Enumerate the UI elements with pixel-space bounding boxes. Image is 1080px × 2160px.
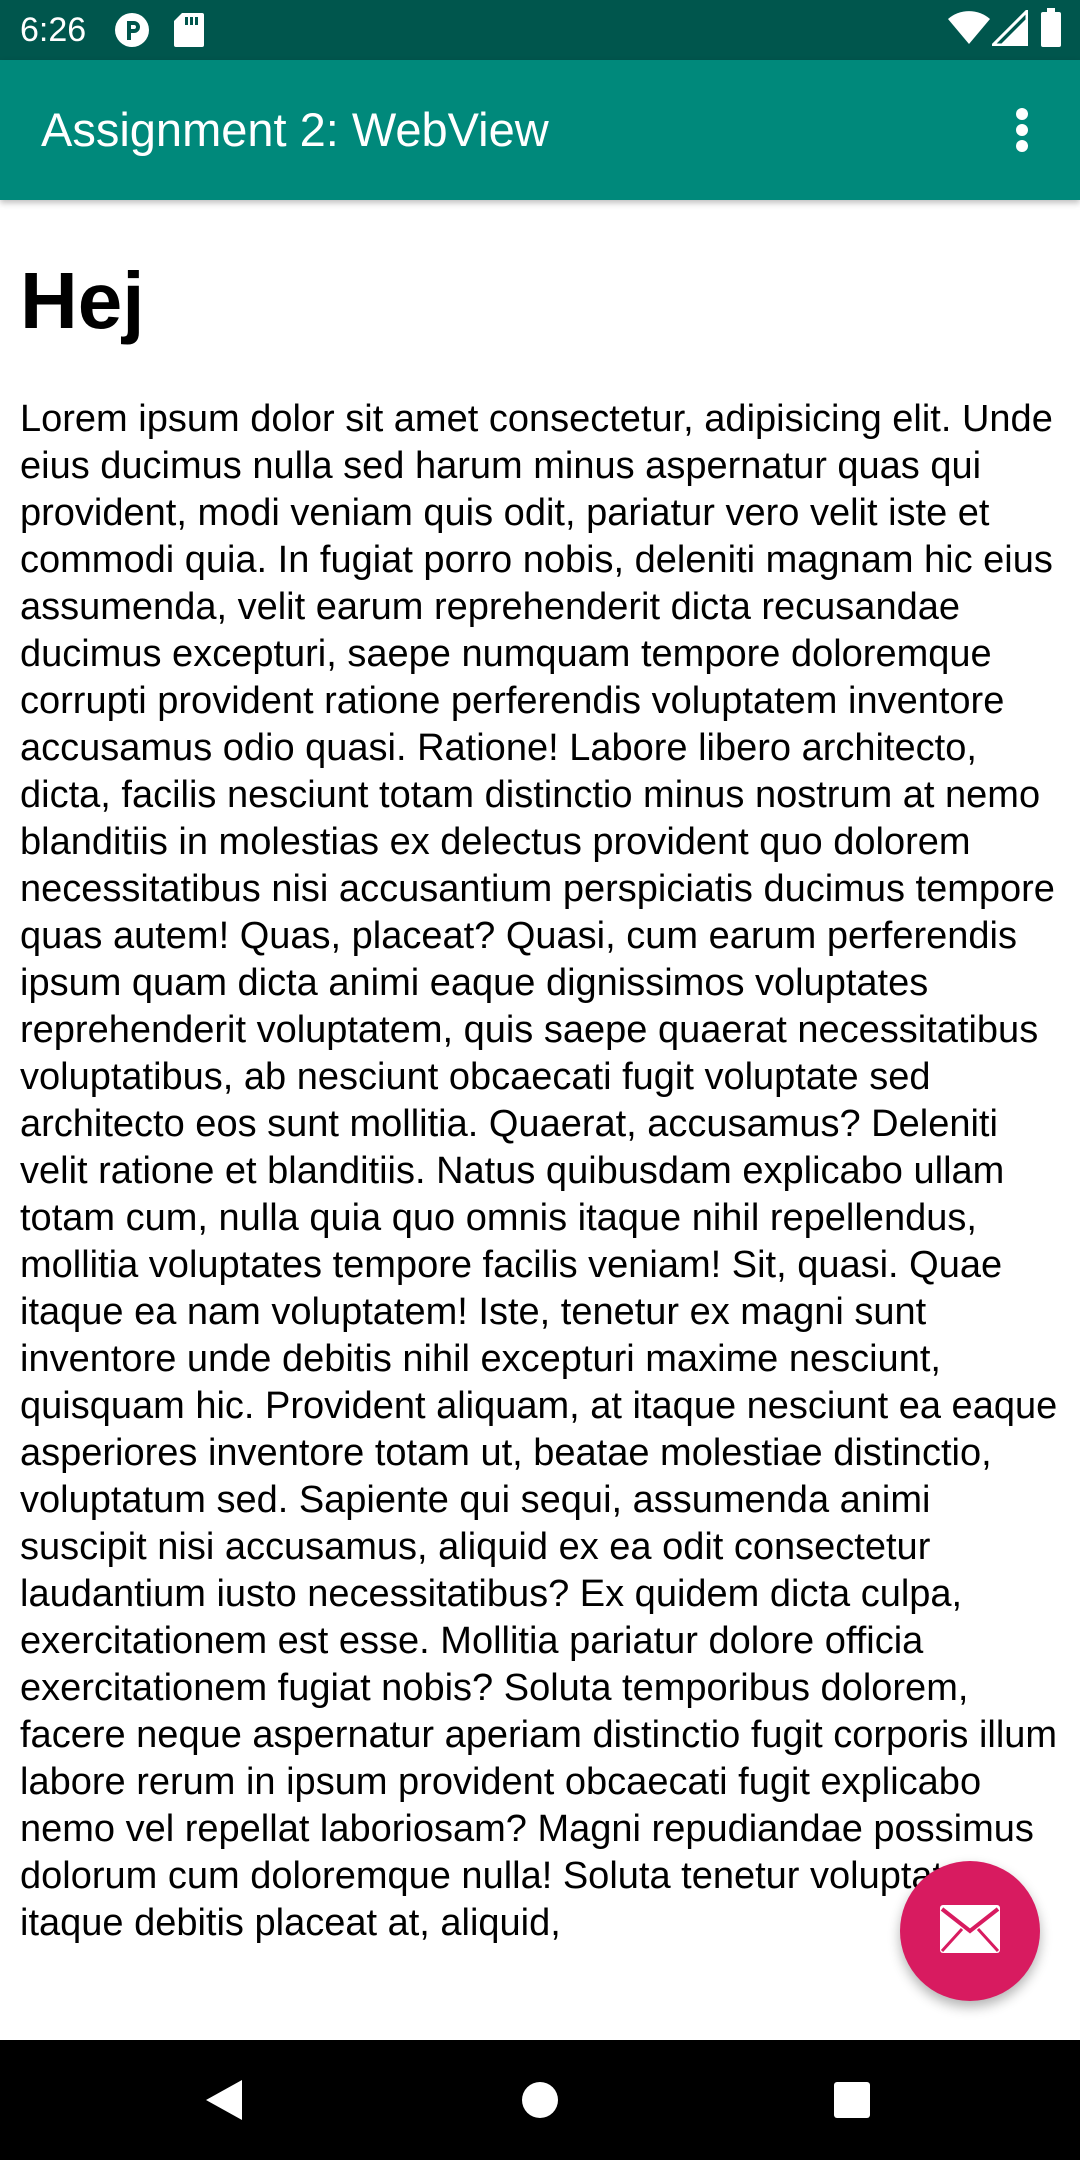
app-bar: Assignment 2: WebView	[0, 60, 1080, 200]
status-bar: 6:26	[0, 0, 1080, 60]
battery-icon	[1040, 8, 1062, 53]
status-time: 6:26	[20, 11, 87, 49]
screen: 6:26 Assignment 2: WebView Hej Lorem ips…	[0, 0, 1080, 2160]
page-paragraph: Lorem ipsum dolor sit amet consectetur, …	[20, 398, 1058, 1944]
webview[interactable]: Hej Lorem ipsum dolor sit amet consectet…	[0, 200, 1080, 2040]
email-fab-button[interactable]	[900, 1861, 1040, 2001]
cellular-signal-icon	[989, 7, 1029, 51]
more-vert-icon[interactable]	[996, 98, 1052, 162]
back-icon[interactable]	[196, 2070, 256, 2130]
wifi-icon	[948, 10, 990, 51]
email-icon	[940, 1905, 1000, 1953]
sd-card-icon	[174, 12, 204, 53]
recents-icon[interactable]	[822, 2070, 882, 2130]
home-icon[interactable]	[510, 2070, 570, 2130]
app-title: Assignment 2: WebView	[41, 103, 549, 156]
navigation-bar	[0, 2040, 1080, 2160]
page-heading: Hej	[20, 256, 145, 345]
p-badge-icon	[114, 12, 150, 53]
